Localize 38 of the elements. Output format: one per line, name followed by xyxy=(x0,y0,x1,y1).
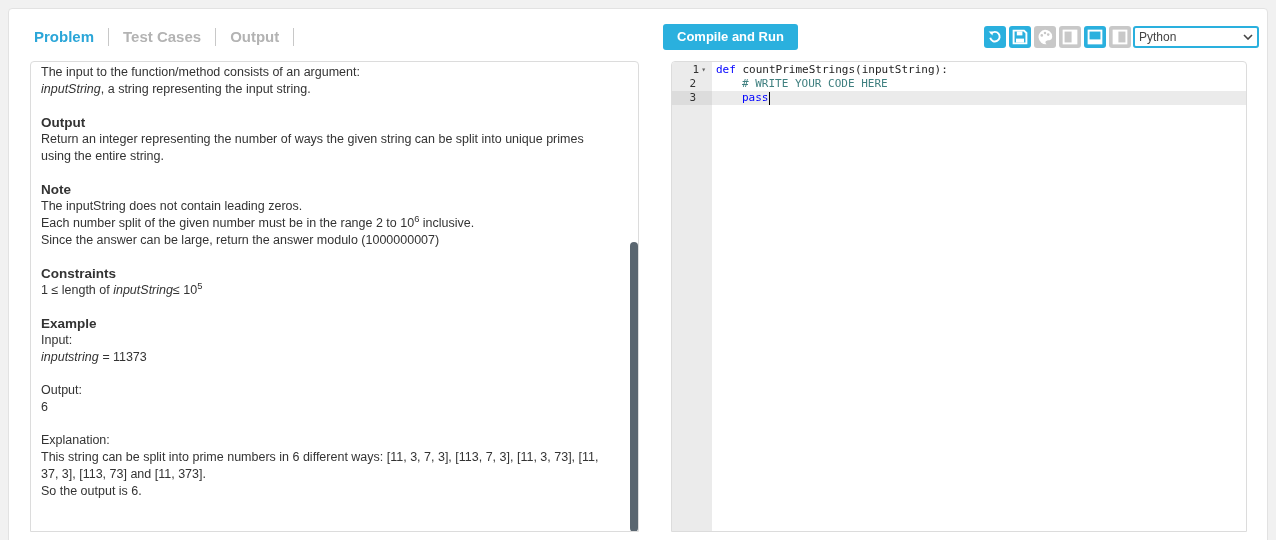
section-heading: Output xyxy=(41,114,87,131)
problem-text: Input: xyxy=(41,332,74,349)
theme-icon[interactable] xyxy=(1034,26,1056,48)
language-select[interactable]: Python xyxy=(1133,26,1259,48)
line-number: 3 xyxy=(689,91,696,105)
problem-text: The input to the function/method consists of an argument: xyxy=(41,64,361,81)
problem-text: inputstring = 11373 xyxy=(41,349,148,366)
line-number: 1 xyxy=(692,63,700,77)
section-heading: Note xyxy=(41,181,72,198)
panel-bottom-icon[interactable] xyxy=(1084,26,1106,48)
problem-text: Since the answer can be large, return the answer modulo (1000000007) xyxy=(41,232,441,249)
problem-text: 1 ≤ length of inputString≤ 10$^{5}$ xyxy=(41,282,204,299)
tab[interactable]: Problem xyxy=(34,25,94,49)
problem-text: So the output is 6. xyxy=(41,483,143,500)
code-editor[interactable]: 1 ▾ 2 3 def countPrimeStrings(inputString): # WRITE YOUR CODE HERE pass xyxy=(671,61,1247,532)
tab[interactable]: Test Cases xyxy=(123,25,202,49)
panel-right-icon[interactable] xyxy=(1059,26,1081,48)
section-heading: Example xyxy=(41,315,98,332)
problem-text: 6 xyxy=(41,399,49,416)
code-line: def countPrimeStrings(inputString): xyxy=(715,63,949,77)
chevron-down-icon xyxy=(1243,34,1253,40)
problem-text: Output: xyxy=(41,382,83,399)
section-heading: Constraints xyxy=(41,265,117,282)
problem-text: Return an integer representing the number of ways the given string can be split into unique primes using the entire string. xyxy=(41,131,585,165)
panel-left-icon[interactable] xyxy=(1109,26,1131,48)
problem-text: Explanation: xyxy=(41,432,111,449)
problem-text: inputString, a string representing the input string. xyxy=(41,81,312,98)
scrollbar-thumb[interactable] xyxy=(630,242,638,531)
fold-icon[interactable]: ▾ xyxy=(701,63,706,77)
code-line: # WRITE YOUR CODE HERE xyxy=(741,77,889,91)
tab[interactable]: Output xyxy=(230,25,280,49)
problem-text: The inputString does not contain leading zeros. xyxy=(41,198,304,215)
problem-text: Each number split of the given number must be in the range 2 to 10$^{6}$ inclusive. xyxy=(41,215,476,232)
line-number: 2 xyxy=(689,77,696,91)
save-icon[interactable] xyxy=(1009,26,1031,48)
problem-text: This string can be split into prime numbers in 6 different ways: [11, 3, 7, 3], [113, 7, 3], [11, 3, 73], [11, 37, 3], [113, 73] and [11, 373]. xyxy=(41,449,600,483)
compile-run-button[interactable]: Compile and Run xyxy=(663,24,798,50)
reset-icon[interactable] xyxy=(984,26,1006,48)
